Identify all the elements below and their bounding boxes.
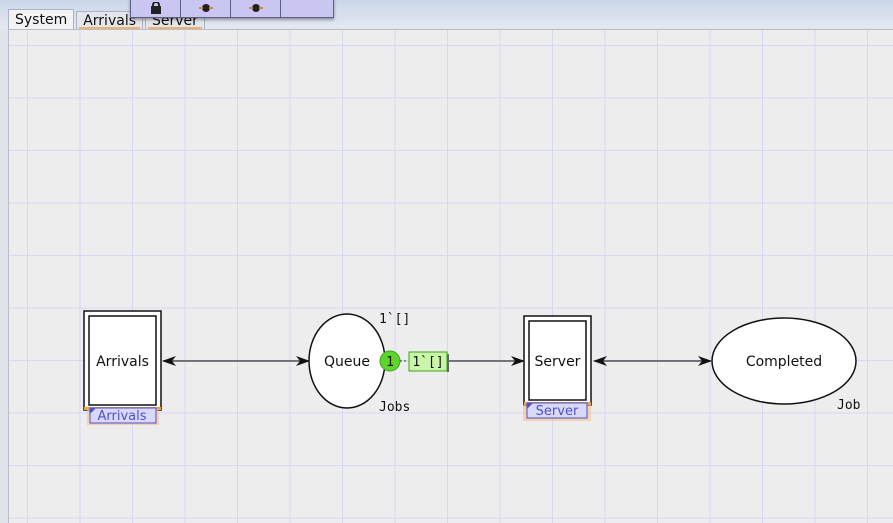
- toolbox-button-tool-1[interactable]: [181, 0, 231, 17]
- transition-server-label: Server: [535, 354, 581, 370]
- place-queue-label: Queue: [324, 354, 370, 370]
- lock-icon: [150, 2, 161, 14]
- floating-toolbox[interactable]: [130, 0, 334, 18]
- toolbox-button-lock[interactable]: [131, 0, 181, 17]
- toolbox-button-tool-2[interactable]: [231, 0, 281, 17]
- tool-icon: [248, 4, 263, 12]
- place-completed-label: Completed: [746, 354, 822, 370]
- subpage-tag-server-label: Server: [536, 404, 579, 419]
- current-marking-box[interactable]: 1`[]: [408, 351, 449, 372]
- place-completed-colour-set[interactable]: Job: [837, 398, 861, 413]
- net-canvas[interactable]: Arrivals Arrivals Queue 1`[] Jobs 1 1`[]: [8, 29, 893, 523]
- place-queue-colour-set[interactable]: Jobs: [379, 400, 410, 415]
- toolbox-button-empty[interactable]: [281, 0, 330, 17]
- transition-arrivals[interactable]: Arrivals: [83, 310, 162, 411]
- subpage-tag-arrivals-label: Arrivals: [97, 409, 146, 424]
- place-completed[interactable]: Completed: [711, 317, 857, 405]
- token-count-bubble[interactable]: 1: [379, 350, 401, 372]
- place-queue-initial-marking[interactable]: 1`[]: [379, 312, 410, 327]
- transition-server[interactable]: Server: [523, 315, 592, 406]
- tool-icon: [198, 4, 213, 12]
- subpage-tag-server[interactable]: Server: [523, 402, 591, 421]
- token-count-label: 1: [386, 355, 394, 370]
- subpage-tag-arrivals[interactable]: Arrivals: [87, 407, 159, 425]
- petri-net-diagram: Arrivals Arrivals Queue 1`[] Jobs 1 1`[]: [83, 310, 861, 425]
- current-marking-label: 1`[]: [412, 355, 443, 370]
- place-queue[interactable]: Queue: [308, 313, 386, 409]
- transition-arrivals-label: Arrivals: [96, 354, 149, 370]
- tab-system-label: System: [15, 12, 68, 28]
- tab-system[interactable]: System: [8, 9, 75, 30]
